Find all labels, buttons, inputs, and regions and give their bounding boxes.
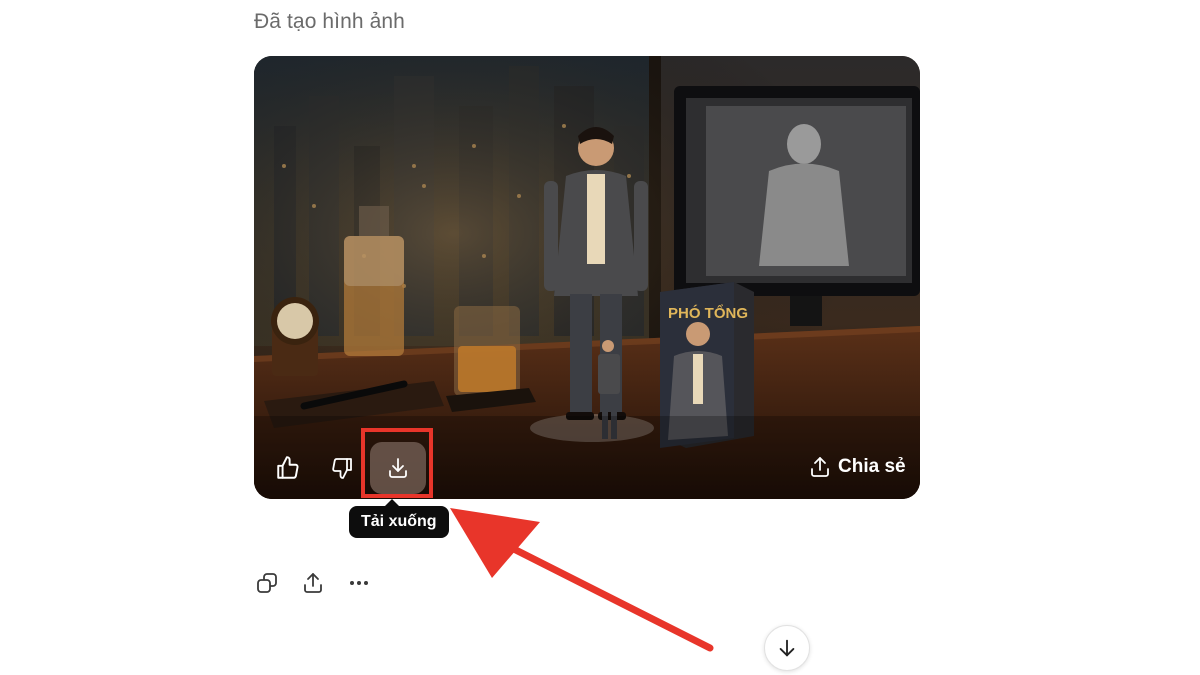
more-icon	[350, 581, 368, 585]
thumbs-up-icon	[277, 456, 299, 479]
share-icon	[811, 457, 829, 477]
thumbs-down-icon	[332, 458, 352, 479]
dislike-button[interactable]	[324, 450, 360, 486]
copy-icon	[257, 573, 277, 593]
chat-response: Đã tạo hình ảnh PHÓ TỔNG Chia sẻ Tải xuố…	[0, 0, 1200, 675]
share-icon	[304, 573, 322, 593]
download-icon	[389, 458, 407, 478]
share-action-button[interactable]	[298, 568, 328, 598]
box-title-text: PHÓ TỔNG	[668, 304, 748, 322]
like-button[interactable]	[270, 450, 306, 486]
generated-image[interactable]: PHÓ TỔNG Chia sẻ	[254, 56, 920, 499]
image-scene: PHÓ TỔNG	[254, 56, 920, 499]
message-actions	[252, 568, 374, 598]
download-button[interactable]	[370, 442, 426, 494]
more-options-button[interactable]	[344, 568, 374, 598]
arrow-down-icon	[779, 639, 795, 657]
image-status-text: Đã tạo hình ảnh	[254, 10, 405, 33]
share-label: Chia sẻ	[838, 456, 906, 477]
share-button[interactable]: Chia sẻ	[808, 452, 906, 482]
scroll-down-button[interactable]	[764, 625, 810, 671]
annotation-arrow	[450, 508, 714, 652]
download-tooltip: Tải xuống	[349, 499, 449, 538]
copy-button[interactable]	[252, 568, 282, 598]
